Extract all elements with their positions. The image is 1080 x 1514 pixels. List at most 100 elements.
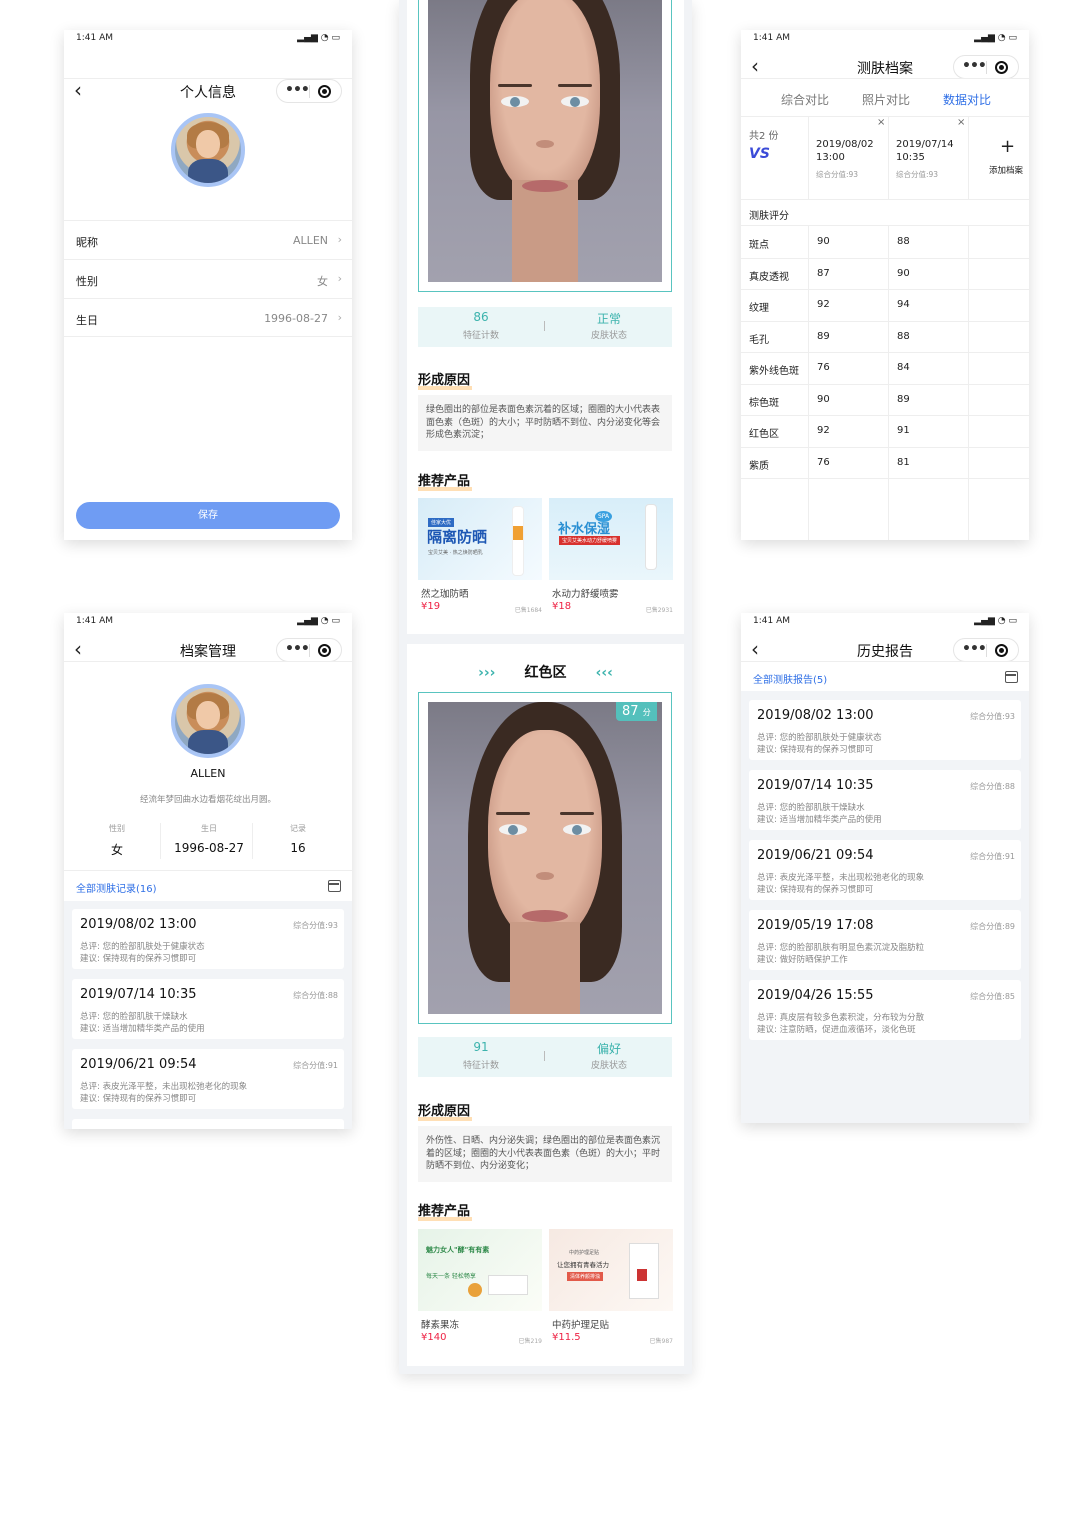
metric-name: 斑点 [749, 240, 769, 251]
more-icon[interactable]: ••• [962, 58, 987, 74]
status-icons: ▂▄▆ ◔ ▭ [297, 616, 340, 626]
product-sub: 宝贝艾美 · 热之焕防晒乳 [428, 550, 483, 556]
report-score: 综合分值:93 [970, 712, 1015, 721]
more-icon[interactable]: ••• [285, 641, 310, 657]
nickname-label: 昵称 [76, 236, 98, 249]
close-mini-program-icon[interactable] [318, 85, 331, 98]
metric-value-b: 88 [897, 330, 910, 342]
avatar[interactable] [171, 684, 245, 758]
metric-value-b: 94 [897, 299, 910, 310]
record-summary: 总评: 您的脸部肌肤干燥缺水 [80, 1012, 188, 1022]
report-advice: 建议: 保持现有的保养习惯即可 [757, 745, 874, 755]
status-time: 1:41 AM [76, 33, 113, 43]
product-tag: 清体养颜排浊 [567, 1272, 604, 1281]
report-date: 2019/04/26 15:55 [757, 988, 874, 1003]
stat-birthday-label: 生日 [201, 824, 217, 833]
status-time: 1:41 AM [753, 616, 790, 626]
report-time: 10:35 [896, 152, 925, 163]
more-icon[interactable]: ••• [285, 82, 310, 98]
product-sold: 已售987 [649, 1338, 673, 1345]
report-card[interactable]: 2019/05/19 17:08 综合分值:89 总评: 您的脸部肌肤有明显色素… [749, 910, 1021, 970]
product-banner: 魅力女人"酵"有有素 [426, 1246, 490, 1254]
report-time: 13:00 [816, 152, 845, 163]
mini-program-capsule: ••• [953, 638, 1019, 662]
report-card[interactable]: 2019/06/21 09:54 综合分值:91 总评: 表皮光泽平整，未出现松… [749, 840, 1021, 900]
record-advice: 建议: 保持现有的保养习惯即可 [80, 1094, 197, 1104]
metric-value-a: 92 [817, 299, 830, 310]
reason-title: 形成原因 [418, 1100, 473, 1121]
close-mini-program-icon[interactable] [995, 61, 1008, 74]
save-button[interactable]: 保存 [76, 502, 340, 529]
record-card[interactable]: 2019/07/14 10:35 综合分值:88 总评: 您的脸部肌肤干燥缺水 … [72, 979, 344, 1039]
product-tag: SPA [595, 511, 613, 522]
product-price: ¥19 [421, 601, 441, 612]
face-photo [428, 0, 662, 282]
add-report-label: 添加档案 [989, 166, 1024, 176]
record-card[interactable]: 2019/08/02 13:00 综合分值:93 总评: 您的脸部肌肤处于健康状… [72, 909, 344, 969]
product-sub: 宝贝艾美水动力舒缓喷雾 [559, 536, 621, 545]
metric-name: 紫外线色斑 [749, 366, 799, 377]
status-bar: 1:41 AM ▂▄▆ ◔ ▭ [741, 613, 1029, 631]
vs-label: VS [749, 146, 770, 162]
avatar[interactable] [171, 113, 245, 187]
reason-title: 形成原因 [418, 369, 473, 390]
record-date: 2019/06/21 09:54 [80, 1057, 197, 1072]
tab-photo[interactable]: 照片对比 [862, 91, 910, 108]
status-bar: 1:41 AM ▂▄▆ ◔ ▭ [741, 30, 1029, 48]
record-score: 综合分值:91 [293, 1061, 338, 1070]
tab-overall[interactable]: 综合对比 [781, 91, 829, 108]
report-card[interactable]: 2019/08/02 13:00 综合分值:93 总评: 您的脸部肌肤处于健康状… [749, 700, 1021, 760]
report-advice: 建议: 适当增加精华类产品的使用 [757, 815, 882, 825]
status-icons: ▂▄▆ ◔ ▭ [297, 33, 340, 43]
tab-data[interactable]: 数据对比 [943, 91, 991, 108]
compare-count: 共2 份 [749, 131, 779, 142]
metric-value-a: 76 [817, 362, 830, 373]
gender-label: 性别 [76, 275, 98, 288]
chevron-right-icon: › [337, 233, 342, 246]
report-advice: 建议: 注意防晒，促进血液循环，淡化色斑 [757, 1025, 916, 1035]
report-card[interactable]: 2019/04/26 15:55 综合分值:85 总评: 真皮层有较多色素积淀，… [749, 980, 1021, 1040]
close-mini-program-icon[interactable] [995, 644, 1008, 657]
report-date: 2019/07/14 [896, 139, 954, 150]
record-card[interactable] [72, 1119, 344, 1129]
remove-icon[interactable]: × [877, 117, 885, 128]
more-icon[interactable]: ••• [962, 641, 987, 657]
close-mini-program-icon[interactable] [318, 644, 331, 657]
report-score: 综合分值:89 [970, 922, 1015, 931]
status-time: 1:41 AM [753, 33, 790, 43]
status-icons: ▂▄▆ ◔ ▭ [974, 616, 1017, 626]
birthday-label: 生日 [76, 314, 98, 327]
mini-program-capsule: ••• [276, 79, 342, 103]
report-card[interactable]: 2019/07/14 10:35 综合分值:88 总评: 您的脸部肌肤干燥缺水 … [749, 770, 1021, 830]
all-reports-link[interactable]: 全部测肤报告(5) [753, 671, 827, 686]
reason-text: 外伤性、日晒、内分泌失调；绿色圈出的部位是表面色素沉着的区域；圈圈的大小代表表面… [418, 1126, 672, 1182]
calendar-icon[interactable] [1005, 671, 1018, 683]
report-score: 综合分值:93 [896, 170, 939, 179]
record-summary: 总评: 表皮光泽平整，未出现松弛老化的现象 [80, 1082, 248, 1092]
calendar-icon[interactable] [328, 880, 341, 892]
report-summary: 总评: 您的脸部肌肤干燥缺水 [757, 803, 865, 813]
compare-tabs: 综合对比 照片对比 数据对比 [741, 91, 1029, 113]
product-price: ¥11.5 [552, 1332, 581, 1343]
mini-program-capsule: ••• [953, 55, 1019, 79]
arrows-right-icon: ››› [478, 665, 496, 681]
report-date: 2019/08/02 [816, 139, 874, 150]
stat-bar: 91 特征计数 偏好 皮肤状态 [418, 1037, 672, 1077]
product-sold: 已售1684 [514, 607, 542, 614]
product-name: 酵素果冻 [421, 1320, 460, 1331]
report-score: 综合分值:91 [970, 852, 1015, 861]
status-bar: 1:41 AM ▂▄▆ ◔ ▭ [64, 613, 352, 631]
remove-icon[interactable]: × [957, 117, 965, 128]
product-sub: 每天一条 轻松畅享 [426, 1273, 476, 1280]
record-score: 综合分值:93 [293, 921, 338, 930]
metric-value-a: 87 [817, 267, 830, 279]
metric-value-a: 89 [817, 330, 830, 342]
product-banner: 让您拥有青春活力 [557, 1261, 609, 1269]
user-motto: 经流年梦回曲水边看烟花绽出月圆。 [139, 795, 276, 805]
nickname-value: ALLEN [293, 234, 328, 247]
region-title: 红色区 [524, 665, 567, 681]
record-card[interactable]: 2019/06/21 09:54 综合分值:91 总评: 表皮光泽平整，未出现松… [72, 1049, 344, 1109]
all-records-link[interactable]: 全部测肤记录(16) [76, 880, 157, 895]
profile-screen: 1:41 AM ▂▄▆ ◔ ▭ ‹ 个人信息 ••• 昵称 ALLEN › 性别 … [64, 30, 352, 540]
stat-bar: 86 特征计数 正常 皮肤状态 [418, 307, 672, 347]
